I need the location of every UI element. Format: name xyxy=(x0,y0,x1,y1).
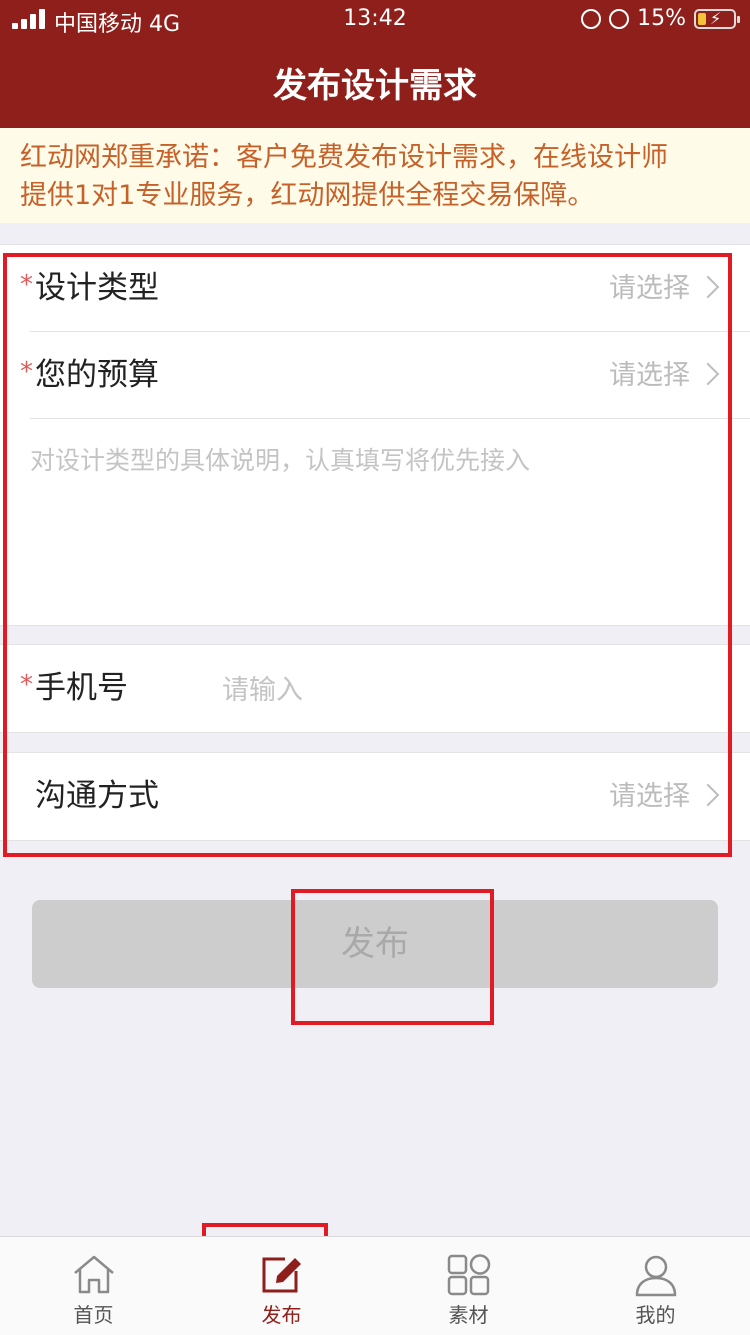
battery-percent: 15% xyxy=(637,6,686,31)
top-bar: 中国移动 4G 13:42 15% ⚡ 发布设计需求 xyxy=(0,0,750,128)
tab-publish-label: 发布 xyxy=(261,1303,302,1327)
battery-icon: ⚡ xyxy=(694,8,740,29)
home-icon xyxy=(73,1255,114,1294)
tab-home-label: 首页 xyxy=(73,1303,114,1327)
tab-profile-label: 我的 xyxy=(635,1303,676,1327)
tab-bar: 首页 发布 素材 我的 xyxy=(0,1236,750,1335)
page-title: 发布设计需求 xyxy=(273,66,477,106)
grid-icon xyxy=(447,1254,490,1296)
alarm-icon xyxy=(581,8,602,29)
tab-materials[interactable]: 素材 xyxy=(375,1237,562,1335)
notice-line-1: 红动网郑重承诺：客户免费发布设计需求，在线设计师 xyxy=(20,142,668,173)
edit-icon xyxy=(262,1257,301,1293)
promise-notice: 红动网郑重承诺：客户免费发布设计需求，在线设计师 提供1对1专业服务，红动网提供… xyxy=(0,128,750,223)
user-icon xyxy=(635,1255,676,1297)
tab-profile[interactable]: 我的 xyxy=(562,1237,749,1335)
notice-line-2: 提供1对1专业服务，红动网提供全程交易保障。 xyxy=(20,180,595,211)
tab-publish[interactable]: 发布 xyxy=(188,1237,375,1335)
tab-home[interactable]: 首页 xyxy=(0,1237,187,1335)
status-bar: 中国移动 4G 13:42 15% ⚡ xyxy=(0,0,750,40)
annotation-box-form xyxy=(3,253,732,857)
tab-materials-label: 素材 xyxy=(448,1303,489,1327)
rotation-lock-icon xyxy=(609,8,630,29)
annotation-box-publish-button xyxy=(291,889,494,1025)
